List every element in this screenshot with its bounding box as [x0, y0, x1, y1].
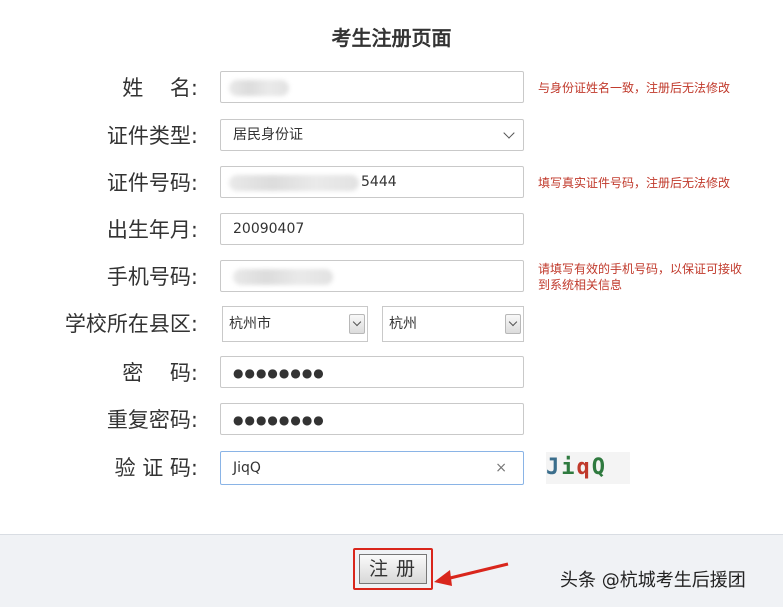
- chevron-down-icon: [503, 127, 515, 139]
- password-label: 密 码:: [122, 361, 198, 385]
- id-number-label: 证件号码:: [106, 171, 198, 195]
- chevron-down-icon: [349, 314, 365, 334]
- captcha-char: Q: [591, 455, 607, 480]
- confirm-password-input[interactable]: ●●●●●●●●: [220, 403, 524, 435]
- confirm-password-mask: ●●●●●●●●: [233, 413, 325, 427]
- district-select[interactable]: 杭州: [382, 306, 524, 342]
- phone-hint-line1: 请填写有效的手机号码，以保证可接收: [538, 262, 743, 276]
- arrow-head: [434, 570, 452, 586]
- confirm-password-label: 重复密码:: [106, 408, 198, 432]
- name-hint: 与身份证姓名一致，注册后无法修改: [538, 81, 731, 95]
- password-mask: ●●●●●●●●: [233, 366, 325, 380]
- captcha-label: 验 证 码:: [114, 456, 198, 480]
- phone-input[interactable]: [220, 260, 524, 292]
- captcha-image[interactable]: JiqQ: [546, 452, 630, 484]
- city-value: 杭州市: [229, 316, 271, 332]
- id-number-hint: 填写真实证件号码，注册后无法修改: [538, 176, 731, 190]
- arrow-shaft: [445, 562, 509, 581]
- district-value: 杭州: [389, 316, 417, 332]
- birth-value: 20090407: [233, 221, 305, 237]
- id-number-suffix: 5444: [361, 174, 397, 190]
- phone-label: 手机号码:: [106, 265, 198, 289]
- school-district-label: 学校所在县区:: [64, 312, 198, 336]
- arrow-annotation-icon: [434, 562, 509, 586]
- page-title: 考生注册页面: [331, 26, 452, 50]
- phone-hint: 请填写有效的手机号码，以保证可接收 到系统相关信息: [538, 261, 742, 293]
- chevron-down-icon: [505, 314, 521, 334]
- captcha-char: q: [576, 455, 592, 480]
- captcha-value: JiqQ: [233, 460, 261, 476]
- clear-icon[interactable]: ×: [495, 452, 507, 484]
- redacted-phone: [233, 269, 333, 285]
- captcha-char: i: [561, 455, 577, 480]
- id-type-select[interactable]: 居民身份证: [220, 119, 524, 151]
- birth-label: 出生年月:: [106, 218, 198, 242]
- name-input[interactable]: [220, 71, 524, 103]
- id-type-label: 证件类型:: [106, 124, 198, 148]
- phone-hint-line2: 到系统相关信息: [538, 278, 623, 292]
- id-number-input[interactable]: 5444: [220, 166, 524, 198]
- register-highlight-box: 注册: [353, 548, 433, 590]
- id-type-value: 居民身份证: [233, 127, 303, 143]
- city-select[interactable]: 杭州市: [222, 306, 368, 342]
- name-label: 姓 名:: [122, 76, 198, 100]
- captcha-input[interactable]: JiqQ ×: [220, 451, 524, 485]
- password-input[interactable]: ●●●●●●●●: [220, 356, 524, 388]
- watermark: 头条 @杭城考生后援团: [560, 570, 746, 591]
- captcha-char: J: [546, 455, 562, 480]
- register-button[interactable]: 注册: [359, 554, 427, 584]
- redacted-name: [229, 80, 289, 96]
- redacted-id-number: [229, 175, 359, 191]
- birth-input[interactable]: 20090407: [220, 213, 524, 245]
